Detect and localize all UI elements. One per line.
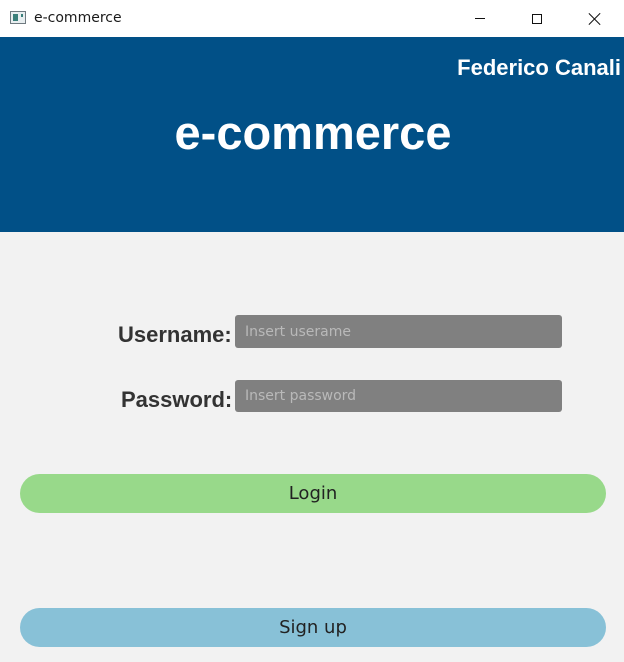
close-button[interactable] [572,0,618,37]
close-icon [588,12,602,26]
title-bar[interactable]: e-commerce [0,0,624,37]
app-window: e-commerce Federico Canali e-commerce Us… [0,0,624,662]
maximize-button[interactable] [514,0,560,37]
app-window-icon [10,11,26,24]
maximize-icon [532,13,542,24]
username-input[interactable] [235,315,562,348]
minimize-button[interactable] [457,0,503,37]
window-title: e-commerce [34,10,122,26]
user-name: Federico Canali [457,55,621,80]
app-header: Federico Canali e-commerce [0,37,624,232]
page-title: e-commerce [174,106,452,159]
username-label: Username: [118,322,232,347]
minimize-icon [475,18,485,19]
password-label: Password: [121,387,233,412]
password-input[interactable] [235,380,562,412]
login-button[interactable]: Login [20,474,606,513]
signup-button[interactable]: Sign up [20,608,606,647]
